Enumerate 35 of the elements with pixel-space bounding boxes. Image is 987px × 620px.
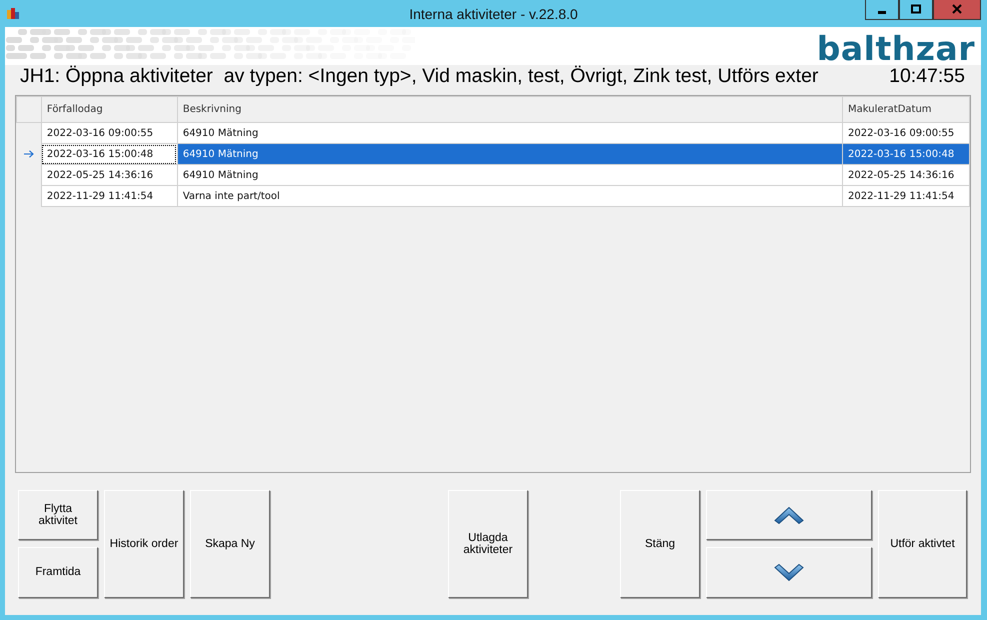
- table-cell: 2022-05-25 14:36:16: [41, 164, 178, 186]
- scroll-down-button[interactable]: [706, 547, 872, 598]
- column-header[interactable]: Beskrivning: [177, 96, 843, 122]
- table-cell: 2022-03-16 09:00:55: [41, 122, 178, 144]
- table-cell: Varna inte part/tool: [177, 186, 843, 206]
- table-cell: 2022-05-25 14:36:16: [842, 164, 970, 186]
- table-cell: 2022-03-16 15:00:48: [842, 144, 970, 164]
- action-button[interactable]: Skapa Ny: [190, 490, 270, 598]
- table-cell: 2022-11-29 11:41:54: [41, 186, 178, 206]
- action-button[interactable]: Utlagda aktiviteter: [448, 490, 528, 598]
- action-button[interactable]: Stäng: [620, 490, 700, 598]
- action-button[interactable]: Framtida: [18, 547, 98, 598]
- maximize-button[interactable]: [899, 0, 933, 20]
- action-button[interactable]: Historik order: [104, 490, 184, 598]
- action-button[interactable]: Flytta aktivitet: [18, 490, 98, 540]
- logo: balthzar: [816, 32, 975, 65]
- app-icon: [6, 6, 20, 20]
- column-header[interactable]: Förfallodag: [41, 96, 178, 122]
- window-title: Interna aktiviteter - v.22.8.0: [409, 5, 578, 24]
- heading: JH1: Öppna aktiviteter av typen: <Ingen typ>, Vid maskin, test, Övrigt, Zink test, Utförs exter: [20, 64, 818, 90]
- table-cell: 2022-03-16 15:00:48: [41, 144, 178, 164]
- table-cell: 64910 Mätning: [177, 164, 843, 186]
- minimize-icon: [878, 11, 886, 14]
- table-cell: 2022-11-29 11:41:54: [842, 186, 970, 206]
- close-button[interactable]: [933, 0, 981, 20]
- maximize-icon: [910, 4, 922, 15]
- table-cell: 64910 Mätning: [177, 144, 843, 164]
- close-icon: [951, 4, 963, 15]
- column-header[interactable]: MakuleratDatum: [842, 96, 970, 122]
- clock: 10:47:55: [889, 64, 965, 90]
- minimize-button[interactable]: [865, 0, 899, 20]
- action-button[interactable]: Utför aktivtet: [878, 490, 967, 598]
- table-cell: 64910 Mätning: [177, 122, 843, 144]
- table-cell: 2022-03-16 09:00:55: [842, 122, 970, 144]
- scroll-up-button[interactable]: [706, 490, 872, 540]
